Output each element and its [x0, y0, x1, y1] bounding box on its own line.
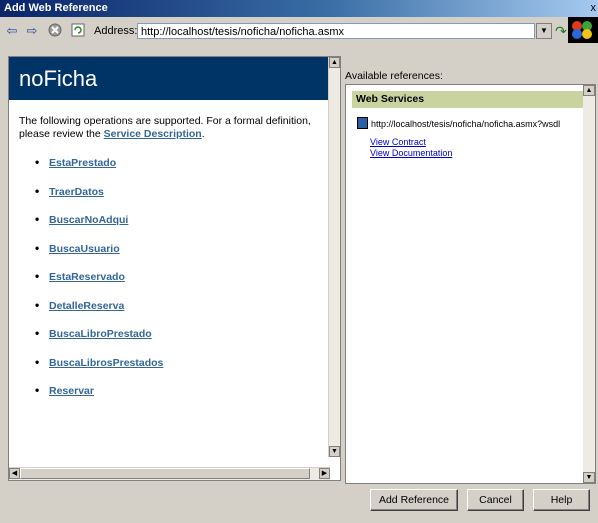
list-item: • EstaPrestado — [35, 155, 163, 184]
help-button[interactable]: Help — [533, 489, 590, 511]
horizontal-scrollbar[interactable]: ◀ ▶ — [9, 467, 330, 480]
service-description-link[interactable]: Service Description — [104, 128, 202, 140]
bullet-icon: • — [35, 297, 40, 312]
bullet-icon: • — [35, 212, 40, 226]
refresh-icon[interactable] — [70, 23, 86, 39]
bullet-icon: • — [35, 269, 40, 283]
scroll-right-icon[interactable]: ▶ — [319, 468, 330, 479]
title-bar: Add Web Reference x — [0, 0, 598, 17]
list-item: • BuscaUsuario — [35, 241, 163, 270]
forward-arrow-icon[interactable]: ⇨ — [24, 23, 40, 39]
scroll-thumb[interactable] — [20, 468, 310, 479]
stop-icon[interactable] — [47, 23, 63, 39]
list-item: • EstaReservado — [35, 269, 163, 298]
go-arrow-icon[interactable]: ↷ — [555, 22, 569, 40]
scroll-down-icon[interactable]: ▼ — [329, 446, 340, 457]
operation-link[interactable]: EstaPrestado — [49, 157, 116, 169]
list-item: • BuscaLibroPrestado — [35, 326, 163, 355]
vertical-scrollbar[interactable]: ▲ ▼ — [583, 85, 595, 483]
cancel-button[interactable]: Cancel — [467, 489, 524, 511]
close-icon[interactable]: x — [591, 0, 597, 17]
list-item: • Reservar — [35, 383, 163, 412]
windows-logo-icon — [568, 17, 598, 43]
wsdl-document-icon — [357, 117, 368, 129]
operation-link[interactable]: BuscarNoAdqui — [49, 214, 128, 226]
operation-link[interactable]: BuscaUsuario — [49, 243, 120, 255]
scroll-up-icon[interactable]: ▲ — [329, 57, 340, 68]
operation-link[interactable]: DetalleReserva — [49, 300, 124, 312]
operation-link[interactable]: Reservar — [49, 385, 94, 397]
window-title: Add Web Reference — [4, 2, 108, 14]
list-item: • TraerDatos — [35, 184, 163, 213]
bullet-icon: • — [35, 383, 40, 397]
service-intro: The following operations are supported. … — [19, 115, 324, 141]
scroll-left-icon[interactable]: ◀ — [9, 468, 20, 479]
address-label: Address: — [94, 25, 138, 37]
view-contract-link[interactable]: View Contract — [370, 137, 426, 147]
available-references-label: Available references: — [345, 70, 443, 82]
view-documentation-link[interactable]: View Documentation — [370, 148, 452, 158]
wsdl-url: http://localhost/tesis/noficha/noficha.a… — [371, 119, 561, 129]
web-services-header: Web Services — [352, 91, 584, 108]
references-pane: Web Services http://localhost/tesis/nofi… — [345, 84, 596, 484]
vertical-scrollbar[interactable]: ▲ ▼ — [328, 57, 340, 457]
operation-link[interactable]: EstaReservado — [49, 271, 125, 283]
bullet-icon: • — [35, 155, 40, 169]
scroll-up-icon[interactable]: ▲ — [583, 85, 595, 96]
chevron-down-icon[interactable]: ▼ — [536, 23, 552, 39]
bullet-icon: • — [35, 183, 40, 198]
operation-link[interactable]: BuscaLibrosPrestados — [49, 357, 163, 369]
wsdl-entry: http://localhost/tesis/noficha/noficha.a… — [357, 117, 560, 129]
operation-link[interactable]: BuscaLibroPrestado — [49, 328, 152, 340]
bullet-icon: • — [35, 326, 40, 340]
intro-suffix: . — [201, 128, 205, 140]
service-title: noFicha — [9, 57, 330, 100]
list-item: • BuscaLibrosPrestados — [35, 355, 163, 384]
service-browser-pane: noFicha The following operations are sup… — [8, 56, 341, 481]
scroll-down-icon[interactable]: ▼ — [583, 472, 595, 483]
operations-list: • EstaPrestado • TraerDatos • BuscarNoAdqui… — [35, 155, 163, 412]
operation-link[interactable]: TraerDatos — [49, 186, 104, 198]
bullet-icon: • — [35, 240, 40, 255]
add-reference-button[interactable]: Add Reference — [370, 489, 458, 511]
list-item: • BuscarNoAdqui — [35, 212, 163, 241]
list-item: • DetalleReserva — [35, 298, 163, 327]
add-web-reference-dialog: Add Web Reference x ⇦ ⇨ Address: http://… — [0, 0, 598, 523]
bullet-icon: • — [35, 354, 40, 369]
address-input[interactable]: http://localhost/tesis/noficha/noficha.a… — [137, 23, 535, 39]
back-arrow-icon[interactable]: ⇦ — [4, 23, 20, 39]
